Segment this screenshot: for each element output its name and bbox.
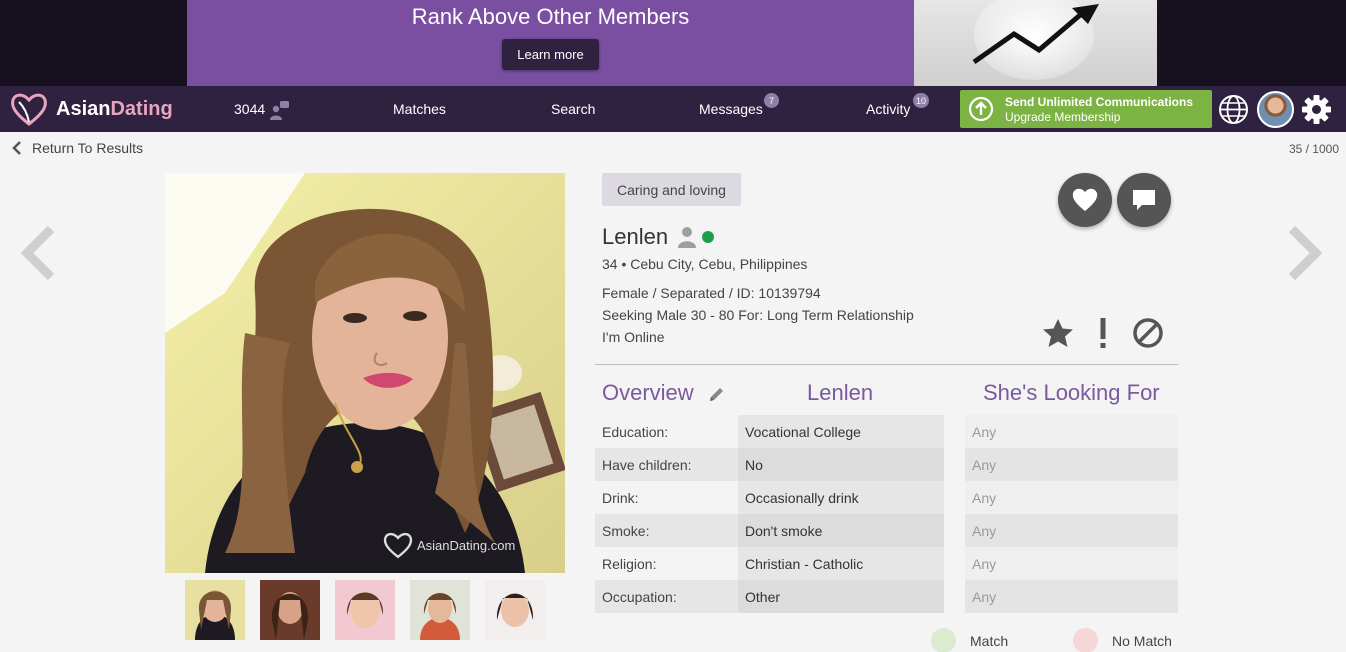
- banner-title: Rank Above Other Members: [411, 4, 690, 29]
- legend-no-match-label: No Match: [1112, 632, 1172, 649]
- heart-logo-icon: [11, 93, 47, 126]
- photo-thumbnails: [185, 580, 545, 640]
- block-icon[interactable]: [1132, 317, 1164, 349]
- upgrade-line1: Send Unlimited Communications: [1005, 95, 1194, 109]
- profile-name: Lenlen: [602, 224, 669, 249]
- photo-watermark: AsianDating.com: [383, 531, 515, 559]
- thumbnail[interactable]: [260, 580, 320, 640]
- thumbnail[interactable]: [335, 580, 395, 640]
- row-looking-for: Any: [965, 514, 1178, 547]
- users-icon: [270, 101, 290, 120]
- return-label: Return To Results: [32, 140, 144, 156]
- match-dot: [931, 628, 956, 652]
- row-label: Education:: [595, 415, 738, 448]
- exclamation-icon[interactable]: [1093, 317, 1113, 349]
- messages-badge: 7: [764, 93, 779, 108]
- logo-text-suffix: Dating: [110, 97, 173, 120]
- profile-column-heading: Lenlen: [807, 380, 874, 405]
- looking-for-heading: She's Looking For: [983, 380, 1160, 405]
- like-button[interactable]: [1058, 173, 1112, 227]
- banner-image[interactable]: [914, 0, 1157, 86]
- banner-ad[interactable]: Rank Above Other Members Learn more: [187, 0, 914, 86]
- previous-profile-arrow-icon[interactable]: [21, 225, 57, 281]
- section-divider: [595, 364, 1178, 365]
- table-row: Smoke: Don't smoke Any: [595, 514, 1178, 547]
- globe-icon[interactable]: [1218, 94, 1249, 125]
- top-banner: Rank Above Other Members Learn more: [0, 0, 1346, 86]
- row-value: No: [738, 448, 944, 481]
- row-label: Religion:: [595, 547, 738, 580]
- thumbnail[interactable]: [410, 580, 470, 640]
- table-row: Religion: Christian - Catholic Any: [595, 547, 1178, 580]
- row-value: Christian - Catholic: [738, 547, 944, 580]
- message-button[interactable]: [1117, 173, 1171, 227]
- logo[interactable]: AsianDating: [10, 92, 173, 126]
- nav-activity-label: Activity: [866, 101, 911, 117]
- table-row: Education: Vocational College Any: [595, 415, 1178, 448]
- trend-arrow-icon: [972, 4, 1099, 65]
- next-profile-arrow-icon[interactable]: [1286, 225, 1322, 281]
- profile-details: Female / Separated / ID: 10139794: [602, 285, 821, 301]
- avatar[interactable]: [1257, 91, 1294, 128]
- learn-more-button[interactable]: Learn more: [502, 39, 599, 70]
- legend-no-match: No Match: [1073, 628, 1172, 652]
- overview-heading: Overview: [602, 380, 694, 405]
- person-icon: [678, 227, 697, 248]
- row-looking-for: Any: [965, 448, 1178, 481]
- nav-interest-count[interactable]: 3044: [234, 86, 290, 132]
- gear-icon[interactable]: [1301, 94, 1332, 125]
- nav-matches[interactable]: Matches: [393, 86, 446, 132]
- table-row: Have children: No Any: [595, 448, 1178, 481]
- thumbnail[interactable]: [185, 580, 245, 640]
- star-icon[interactable]: [1042, 317, 1074, 349]
- watermark-heart-icon: [383, 532, 413, 559]
- no-match-dot: [1073, 628, 1098, 652]
- legend-match-label: Match: [970, 632, 1009, 649]
- upgrade-line2: Upgrade Membership: [1005, 110, 1121, 124]
- nav-activity[interactable]: Activity: [866, 86, 910, 132]
- return-to-results-link[interactable]: Return To Results: [12, 140, 143, 156]
- profile-seeking: Seeking Male 30 - 80 For: Long Term Rela…: [602, 307, 914, 323]
- row-value: Occasionally drink: [738, 481, 944, 514]
- upgrade-button[interactable]: Send Unlimited Communications Upgrade Me…: [960, 90, 1212, 128]
- chat-icon: [1133, 190, 1155, 210]
- pencil-icon[interactable]: [708, 385, 726, 403]
- upload-arrow-icon: [968, 96, 994, 122]
- main-nav: AsianDating 3044 Matches Search Messages…: [0, 86, 1346, 132]
- row-looking-for: Any: [965, 481, 1178, 514]
- row-label: Occupation:: [595, 580, 738, 613]
- nav-messages[interactable]: Messages: [699, 86, 763, 132]
- profile-photo[interactable]: AsianDating.com: [165, 173, 565, 573]
- logo-text-prefix: Asian: [56, 97, 111, 120]
- result-counter: 35 / 1000: [1288, 142, 1339, 156]
- row-value: Don't smoke: [738, 514, 944, 547]
- nav-messages-label: Messages: [699, 101, 763, 117]
- profile-location: 34 • Cebu City, Cebu, Philippines: [602, 256, 808, 272]
- activity-badge: 10: [913, 93, 930, 108]
- nav-search[interactable]: Search: [551, 86, 595, 132]
- interest-count: 3044: [234, 101, 266, 117]
- row-value: Other: [738, 580, 944, 613]
- heart-icon: [1072, 188, 1098, 211]
- table-row: Occupation: Other Any: [595, 580, 1178, 613]
- thumbnail[interactable]: [485, 580, 545, 640]
- tagline-badge: Caring and loving: [602, 173, 741, 206]
- online-status-dot: [702, 231, 715, 243]
- row-value: Vocational College: [738, 415, 944, 448]
- row-label: Smoke:: [595, 514, 738, 547]
- row-looking-for: Any: [965, 580, 1178, 613]
- table-row: Drink: Occasionally drink Any: [595, 481, 1178, 514]
- row-looking-for: Any: [965, 415, 1178, 448]
- row-label: Have children:: [595, 448, 738, 481]
- legend-match: Match: [931, 628, 1008, 652]
- profile-name-row: Lenlen: [602, 224, 715, 250]
- row-looking-for: Any: [965, 547, 1178, 580]
- row-label: Drink:: [595, 481, 738, 514]
- chevron-left-icon: [12, 141, 21, 155]
- profile-status: I'm Online: [602, 329, 665, 345]
